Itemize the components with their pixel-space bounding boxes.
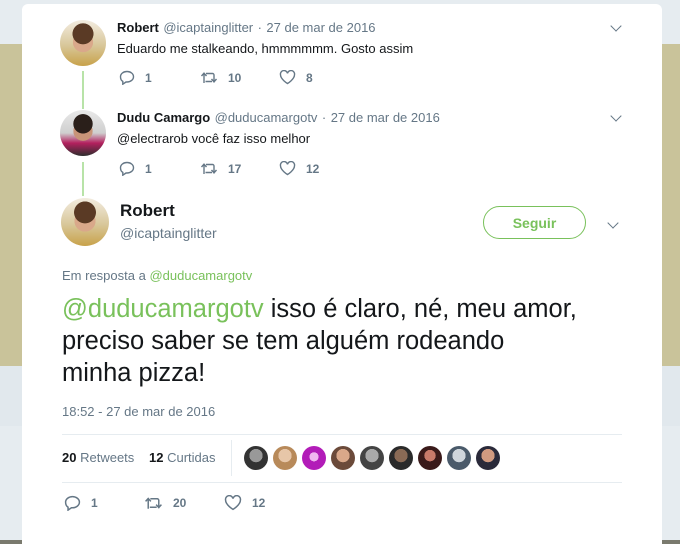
liker-avatar[interactable] <box>244 446 268 470</box>
liker-avatar[interactable] <box>418 446 442 470</box>
liker-avatar[interactable] <box>302 446 326 470</box>
like-count: 12 <box>252 496 266 510</box>
reply-to-link[interactable]: @duducamargotv <box>149 268 252 283</box>
chevron-down-icon[interactable] <box>610 20 622 32</box>
reply-count: 1 <box>145 70 152 85</box>
separator: · <box>321 110 327 125</box>
avatar[interactable] <box>60 20 106 66</box>
liker-avatar[interactable] <box>273 446 297 470</box>
retweet-icon <box>145 497 162 509</box>
like-button[interactable]: 8 <box>279 70 313 85</box>
retweet-count: 17 <box>228 161 242 176</box>
author-handle[interactable]: @duducamargotv <box>215 110 318 125</box>
like-count: 8 <box>306 70 313 85</box>
retweets-stat[interactable]: 20 Retweets <box>62 450 134 465</box>
retweet-count: 20 <box>173 496 187 510</box>
author-name[interactable]: Robert <box>120 201 175 221</box>
like-button[interactable]: 12 <box>224 495 265 511</box>
retweet-button[interactable]: 10 <box>200 70 241 85</box>
reply-button[interactable]: 1 <box>119 70 152 85</box>
tweet-text-line: isso é claro, né, meu amor, <box>263 295 577 323</box>
avatar[interactable] <box>60 110 106 156</box>
retweet-button[interactable]: 17 <box>200 161 241 176</box>
author-handle[interactable]: @icaptainglitter <box>120 225 217 241</box>
reply-count: 1 <box>145 161 152 176</box>
tweet-text: Eduardo me stalkeando, hmmmmmm. Gosto as… <box>117 41 414 56</box>
divider <box>62 434 622 435</box>
tweet-timestamp[interactable]: 18:52 - 27 de mar de 2016 <box>62 404 215 419</box>
liker-avatar[interactable] <box>389 446 413 470</box>
liker-avatar[interactable] <box>360 446 384 470</box>
author-name[interactable]: Dudu Camargo <box>117 110 210 125</box>
divider <box>231 440 232 476</box>
reply-button[interactable]: 1 <box>64 495 98 511</box>
retweet-count: 10 <box>228 70 242 85</box>
main-tweet-text: @duducamargotv isso é claro, né, meu amo… <box>62 293 577 389</box>
retweets-label: Retweets <box>80 450 135 465</box>
like-count: 12 <box>306 161 320 176</box>
retweet-icon <box>200 72 218 83</box>
avatar[interactable] <box>61 198 109 246</box>
likes-count: 12 <box>149 450 164 465</box>
reply-button[interactable]: 1 <box>119 161 152 176</box>
mention-link[interactable]: @duducamargotv <box>62 295 264 323</box>
retweet-button[interactable]: 20 <box>144 495 186 511</box>
tweet-modal: Robert @icaptainglitter · 27 de mar de 2… <box>22 4 662 544</box>
likes-stat[interactable]: 12 Curtidas <box>149 450 216 465</box>
reply-icon <box>64 495 81 511</box>
like-button[interactable]: 12 <box>279 161 319 176</box>
reply-context: Em resposta a @duducamargotv <box>62 268 252 283</box>
reply-icon <box>119 70 135 85</box>
divider <box>62 482 622 483</box>
reply-count: 1 <box>91 496 98 510</box>
liker-avatar[interactable] <box>331 446 355 470</box>
tweet-text: @electrarob você faz isso melhor <box>117 131 311 146</box>
thread-line <box>82 71 84 109</box>
tweet-header: Robert @icaptainglitter · 27 de mar de 2… <box>117 19 376 37</box>
tweet-header: Dudu Camargo @duducamargotv · 27 de mar … <box>117 109 440 127</box>
retweet-icon <box>200 163 218 174</box>
author-handle[interactable]: @icaptainglitter <box>163 20 253 35</box>
reply-icon <box>119 161 135 176</box>
separator: · <box>257 20 262 35</box>
heart-icon <box>224 495 242 511</box>
author-name[interactable]: Robert <box>117 20 159 35</box>
tweet-text-line: minha pizza! <box>62 359 206 387</box>
heart-icon <box>279 161 296 176</box>
chevron-down-icon[interactable] <box>610 110 622 122</box>
retweets-count: 20 <box>62 450 77 465</box>
liker-avatar[interactable] <box>476 446 500 470</box>
tweet-date[interactable]: 27 de mar de 2016 <box>266 20 375 35</box>
likes-label: Curtidas <box>167 450 216 465</box>
follow-button[interactable]: Seguir <box>483 206 586 239</box>
thread-line <box>82 162 84 196</box>
tweet-text-line: preciso saber se tem alguém rodeando <box>62 327 505 355</box>
liker-avatar[interactable] <box>447 446 471 470</box>
reply-context-label: Em resposta a <box>62 268 146 283</box>
tweet-date[interactable]: 27 de mar de 2016 <box>331 110 440 125</box>
chevron-down-icon[interactable] <box>607 217 619 229</box>
heart-icon <box>279 70 296 85</box>
